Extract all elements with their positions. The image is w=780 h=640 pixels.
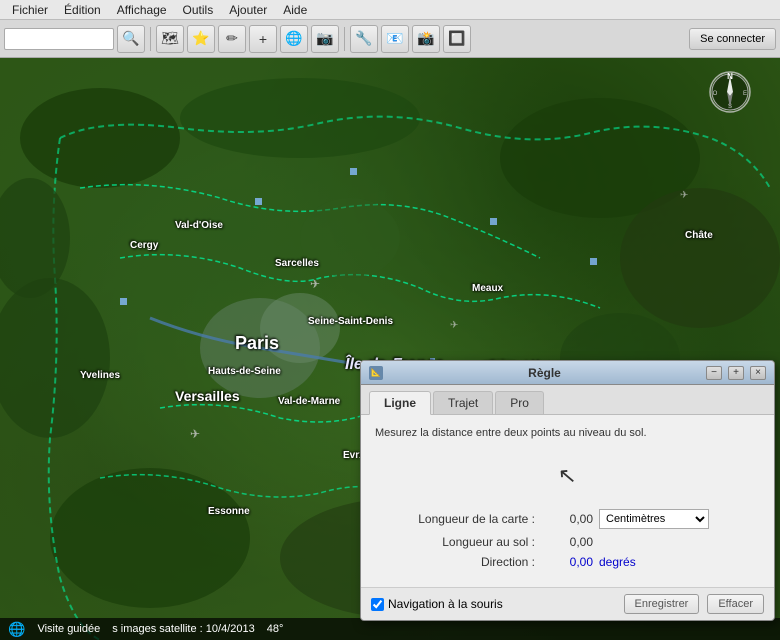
cursor-area: ↖ xyxy=(375,451,760,501)
direction-value: 0,00 xyxy=(543,555,593,569)
regle-dialog: 📐 Règle − + × Ligne Trajet Pro Mesurez l… xyxy=(360,360,775,621)
maximize-button[interactable]: + xyxy=(728,366,744,380)
menu-outils[interactable]: Outils xyxy=(175,1,222,19)
tool-button[interactable]: 🔧 xyxy=(350,25,378,53)
frame-button[interactable]: 🔲 xyxy=(443,25,471,53)
globe-button[interactable]: 🌐 xyxy=(280,25,308,53)
menu-edition[interactable]: Édition xyxy=(56,1,109,19)
edit-button[interactable]: ✏ xyxy=(218,25,246,53)
carte-label: Longueur de la carte : xyxy=(375,512,535,526)
menu-ajouter[interactable]: Ajouter xyxy=(221,1,275,19)
city-meaux: Meaux xyxy=(472,283,503,294)
city-versailles: Versailles xyxy=(175,388,240,404)
dialog-titlebar: 📐 Règle − + × xyxy=(361,361,774,385)
toolbar: 🔍 🗺 ⭐ ✏ + 🌐 📷 🔧 📧 📸 🔲 Se connecter xyxy=(0,20,780,58)
city-valdoise: Val-d'Oise xyxy=(175,220,223,231)
dept-hds: Hauts-de-Seine xyxy=(208,366,281,377)
dialog-footer: Navigation à la souris Enregistrer Effac… xyxy=(361,587,774,620)
direction-unit: degrés xyxy=(599,555,636,569)
clear-button[interactable]: Effacer xyxy=(707,594,764,614)
dialog-tabs: Ligne Trajet Pro xyxy=(361,385,774,415)
sol-label: Longueur au sol : xyxy=(375,535,535,549)
earth-icon: 🌐 xyxy=(8,621,25,638)
connect-button[interactable]: Se connecter xyxy=(689,28,776,50)
dialog-icon: 📐 xyxy=(369,366,383,380)
dept-vdm: Val-de-Marne xyxy=(278,396,340,407)
nav-checkbox[interactable] xyxy=(371,598,384,611)
statusbar: 🌐 Visite guidée s images satellite : 10/… xyxy=(0,618,780,640)
svg-text:✈: ✈ xyxy=(310,277,320,291)
separator-2 xyxy=(344,27,345,51)
city-paris: Paris xyxy=(235,333,279,354)
direction-label: Direction : xyxy=(375,555,535,569)
city-sarcelles: Sarcelles xyxy=(275,258,319,269)
dialog-content: Mesurez la distance entre deux points au… xyxy=(361,415,774,587)
city-chate: Châte xyxy=(685,230,713,241)
sol-value: 0,00 xyxy=(543,535,593,549)
close-button[interactable]: × xyxy=(750,366,766,380)
carte-row: Longueur de la carte : 0,00 Centimètres … xyxy=(375,509,760,529)
menu-fichier[interactable]: Fichier xyxy=(4,1,56,19)
star-button[interactable]: ⭐ xyxy=(187,25,215,53)
svg-text:E: E xyxy=(743,91,747,97)
svg-text:O: O xyxy=(713,91,718,97)
carte-value: 0,00 xyxy=(543,512,593,526)
dialog-title: Règle xyxy=(389,366,700,380)
dept-yvelines: Yvelines xyxy=(80,370,120,381)
menu-aide[interactable]: Aide xyxy=(275,1,315,19)
add-button[interactable]: + xyxy=(249,25,277,53)
image-info: s images satellite : 10/4/2013 xyxy=(112,623,254,635)
search-input[interactable] xyxy=(4,28,114,50)
svg-text:✈: ✈ xyxy=(190,427,200,441)
dialog-description: Mesurez la distance entre deux points au… xyxy=(375,427,760,439)
unit-select[interactable]: Centimètres Mètres Kilomètres Miles Pied… xyxy=(599,509,709,529)
menu-affichage[interactable]: Affichage xyxy=(109,1,175,19)
svg-text:✈: ✈ xyxy=(450,320,458,331)
dept-ssd: Seine-Saint-Denis xyxy=(308,316,393,327)
svg-text:N: N xyxy=(727,72,733,81)
save-button[interactable]: Enregistrer xyxy=(624,594,700,614)
sol-row: Longueur au sol : 0,00 xyxy=(375,535,760,549)
city-cergy: Cergy xyxy=(130,240,158,251)
menubar: Fichier Édition Affichage Outils Ajouter… xyxy=(0,0,780,20)
svg-text:✈: ✈ xyxy=(680,190,688,201)
svg-text:S: S xyxy=(728,104,732,110)
minimize-button[interactable]: − xyxy=(706,366,722,380)
compass: N S E O xyxy=(708,70,752,114)
search-button[interactable]: 🔍 xyxy=(117,25,145,53)
separator-1 xyxy=(150,27,151,51)
direction-row: Direction : 0,00 degrés xyxy=(375,555,760,569)
tab-ligne[interactable]: Ligne xyxy=(369,391,431,415)
email-button[interactable]: 📧 xyxy=(381,25,409,53)
coords: 48° xyxy=(267,623,284,635)
tour-status[interactable]: Visite guidée xyxy=(37,623,100,635)
camera-button[interactable]: 📸 xyxy=(412,25,440,53)
tab-pro[interactable]: Pro xyxy=(495,391,544,414)
nav-checkbox-label[interactable]: Navigation à la souris xyxy=(371,597,616,611)
photo-button[interactable]: 📷 xyxy=(311,25,339,53)
tab-trajet[interactable]: Trajet xyxy=(433,391,493,414)
map-button[interactable]: 🗺 xyxy=(156,25,184,53)
city-essonne: Essonne xyxy=(208,506,250,517)
nav-label: Navigation à la souris xyxy=(388,597,503,611)
cursor-icon: ↖ xyxy=(557,462,578,490)
